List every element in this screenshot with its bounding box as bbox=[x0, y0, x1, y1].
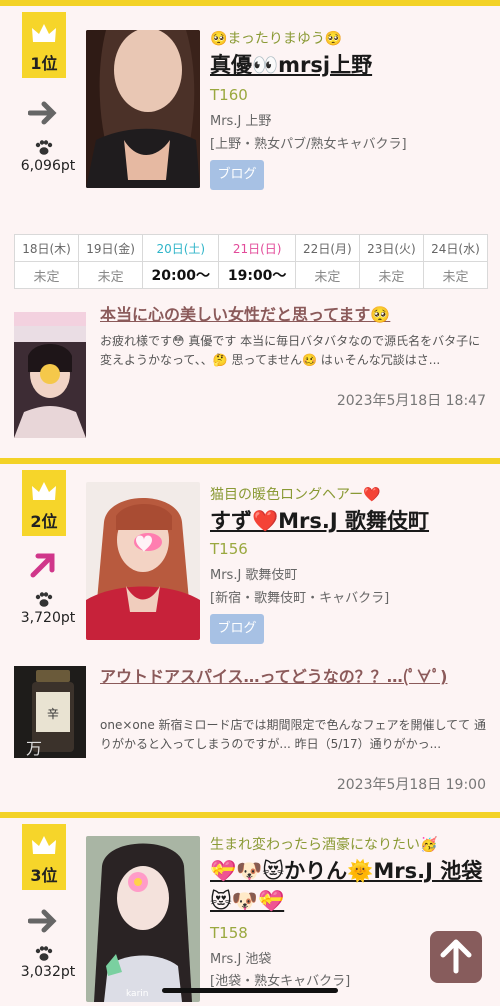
shop-genre: [池袋・熟女キャバクラ] bbox=[210, 974, 351, 989]
blog-title-link[interactable]: 本当に心の美しい女性だと思ってます🥺 bbox=[100, 304, 490, 326]
schedule-day: 23日(火) bbox=[358, 234, 424, 262]
schedule-value: 未定 bbox=[422, 261, 489, 289]
schedule-days-row: 18日(木) 19日(金) 20日(土) 21日(日) 22日(月) 23日(火… bbox=[13, 234, 489, 262]
cast-height: T156 bbox=[210, 540, 248, 558]
cast-height: T158 bbox=[210, 924, 248, 942]
blog-button[interactable]: ブログ bbox=[210, 614, 264, 644]
shop-genre: [上野・熟女パブ/熟女キャバクラ] bbox=[210, 137, 407, 152]
profile-photo[interactable] bbox=[86, 482, 200, 640]
rank-badge: 3位 bbox=[22, 824, 66, 890]
rank-badge: 2位 bbox=[22, 470, 66, 536]
rank-badge: 1位 bbox=[22, 12, 66, 78]
blog-excerpt: one×one 新宿ミロード店では期間限定で色んなフェアを開催してて 通りがかる… bbox=[100, 718, 486, 751]
paw-icon bbox=[35, 592, 53, 607]
arrow-up-icon bbox=[440, 939, 472, 974]
arrow-up-right-icon bbox=[30, 553, 55, 578]
crown-icon bbox=[32, 482, 56, 500]
crown-icon bbox=[32, 836, 56, 854]
arrow-right-icon bbox=[28, 909, 57, 933]
points: 3,032pt bbox=[20, 964, 76, 980]
schedule-day: 22日(月) bbox=[294, 234, 360, 262]
blog-title-link[interactable]: アウトドアスパイス…ってどうなの？？…(ﾟ∀ﾟ) bbox=[100, 666, 490, 688]
schedule-value: 20:00〜 bbox=[142, 261, 220, 289]
blog-thumbnail[interactable] bbox=[14, 312, 86, 438]
cast-name-link[interactable]: 真優👀mrsj上野 bbox=[210, 50, 372, 80]
schedule-day: 20日(土) bbox=[142, 234, 220, 262]
crown-icon bbox=[32, 24, 56, 42]
svg-text:karin: karin bbox=[126, 989, 148, 999]
paw-icon bbox=[35, 140, 53, 155]
schedule-values-row: 未定 未定 20:00〜 19:00〜 未定 未定 未定 bbox=[13, 261, 489, 289]
schedule-day: 24日(水) bbox=[422, 234, 489, 262]
schedule-day: 21日(日) bbox=[218, 234, 296, 262]
profile-photo[interactable] bbox=[86, 30, 200, 188]
cast-name-link[interactable]: すず❤️Mrs.J 歌舞伎町 bbox=[210, 506, 429, 536]
schedule-value: 未定 bbox=[13, 261, 80, 289]
rank-label: 2位 bbox=[30, 512, 58, 531]
ranking-card-2: 2位 3,720pt 猫目の暖色ロングヘアー❤️ すず❤️Mrs.J 歌舞伎町 … bbox=[0, 458, 500, 818]
ranking-card-1: 1位 6,096pt 🥺まったりまゆう🥺 真優👀mrsj上野 T160 Mrs.… bbox=[0, 0, 500, 464]
shop-name[interactable]: Mrs.J 上野 bbox=[210, 110, 271, 129]
schedule-value: 19:00〜 bbox=[218, 261, 296, 289]
schedule-day: 18日(木) bbox=[13, 234, 80, 262]
blog-button[interactable]: ブログ bbox=[210, 160, 264, 190]
rank-label: 3位 bbox=[30, 866, 58, 885]
schedule-day: 19日(金) bbox=[78, 234, 144, 262]
catchphrase: 🥺まったりまゆう🥺 bbox=[210, 31, 343, 47]
svg-text:万: 万 bbox=[26, 739, 42, 758]
schedule-value: 未定 bbox=[294, 261, 360, 289]
cast-height: T160 bbox=[210, 86, 248, 104]
paw-icon bbox=[35, 946, 53, 961]
arrow-right-icon bbox=[28, 101, 57, 125]
profile-photo-image: karin bbox=[86, 836, 200, 1002]
profile-photo-image bbox=[86, 30, 200, 188]
scroll-top-button[interactable] bbox=[430, 931, 482, 983]
points: 3,720pt bbox=[20, 610, 76, 626]
blog-excerpt: お疲れ様です😳 真優です 本当に毎日バタバタなので源氏名をバタ子に変えようかなっ… bbox=[100, 334, 481, 367]
svg-text:辛: 辛 bbox=[47, 707, 59, 721]
blog-thumbnail[interactable]: 辛 万 bbox=[14, 666, 86, 758]
ranking-card-3: 3位 3,032pt karin 生まれ変わったら酒豪になりたい🥳 💝🐶😻かりん… bbox=[0, 812, 500, 1006]
cast-name-link[interactable]: 💝🐶😻かりん🌞Mrs.J 池袋😻🐶💝 bbox=[210, 856, 490, 916]
profile-photo[interactable]: karin bbox=[86, 836, 200, 1002]
shop-genre: [新宿・歌舞伎町・キャバクラ] bbox=[210, 591, 390, 606]
catchphrase: 猫目の暖色ロングヘアー❤️ bbox=[210, 487, 381, 503]
catchphrase: 生まれ変わったら酒豪になりたい🥳 bbox=[210, 837, 438, 853]
blog-thumbnail-image: 辛 万 bbox=[14, 666, 86, 758]
blog-thumbnail-image bbox=[14, 312, 86, 438]
home-indicator bbox=[162, 988, 338, 993]
shop-name[interactable]: Mrs.J 池袋 bbox=[210, 948, 271, 967]
shop-name[interactable]: Mrs.J 歌舞伎町 bbox=[210, 564, 297, 583]
blog-date: 2023年5月18日 19:00 bbox=[336, 777, 486, 793]
rank-label: 1位 bbox=[30, 54, 58, 73]
schedule-value: 未定 bbox=[78, 261, 144, 289]
blog-date: 2023年5月18日 18:47 bbox=[336, 393, 486, 409]
schedule-table: 18日(木) 19日(金) 20日(土) 21日(日) 22日(月) 23日(火… bbox=[13, 234, 489, 289]
schedule-value: 未定 bbox=[358, 261, 424, 289]
profile-photo-image bbox=[86, 482, 200, 640]
points: 6,096pt bbox=[20, 158, 76, 174]
